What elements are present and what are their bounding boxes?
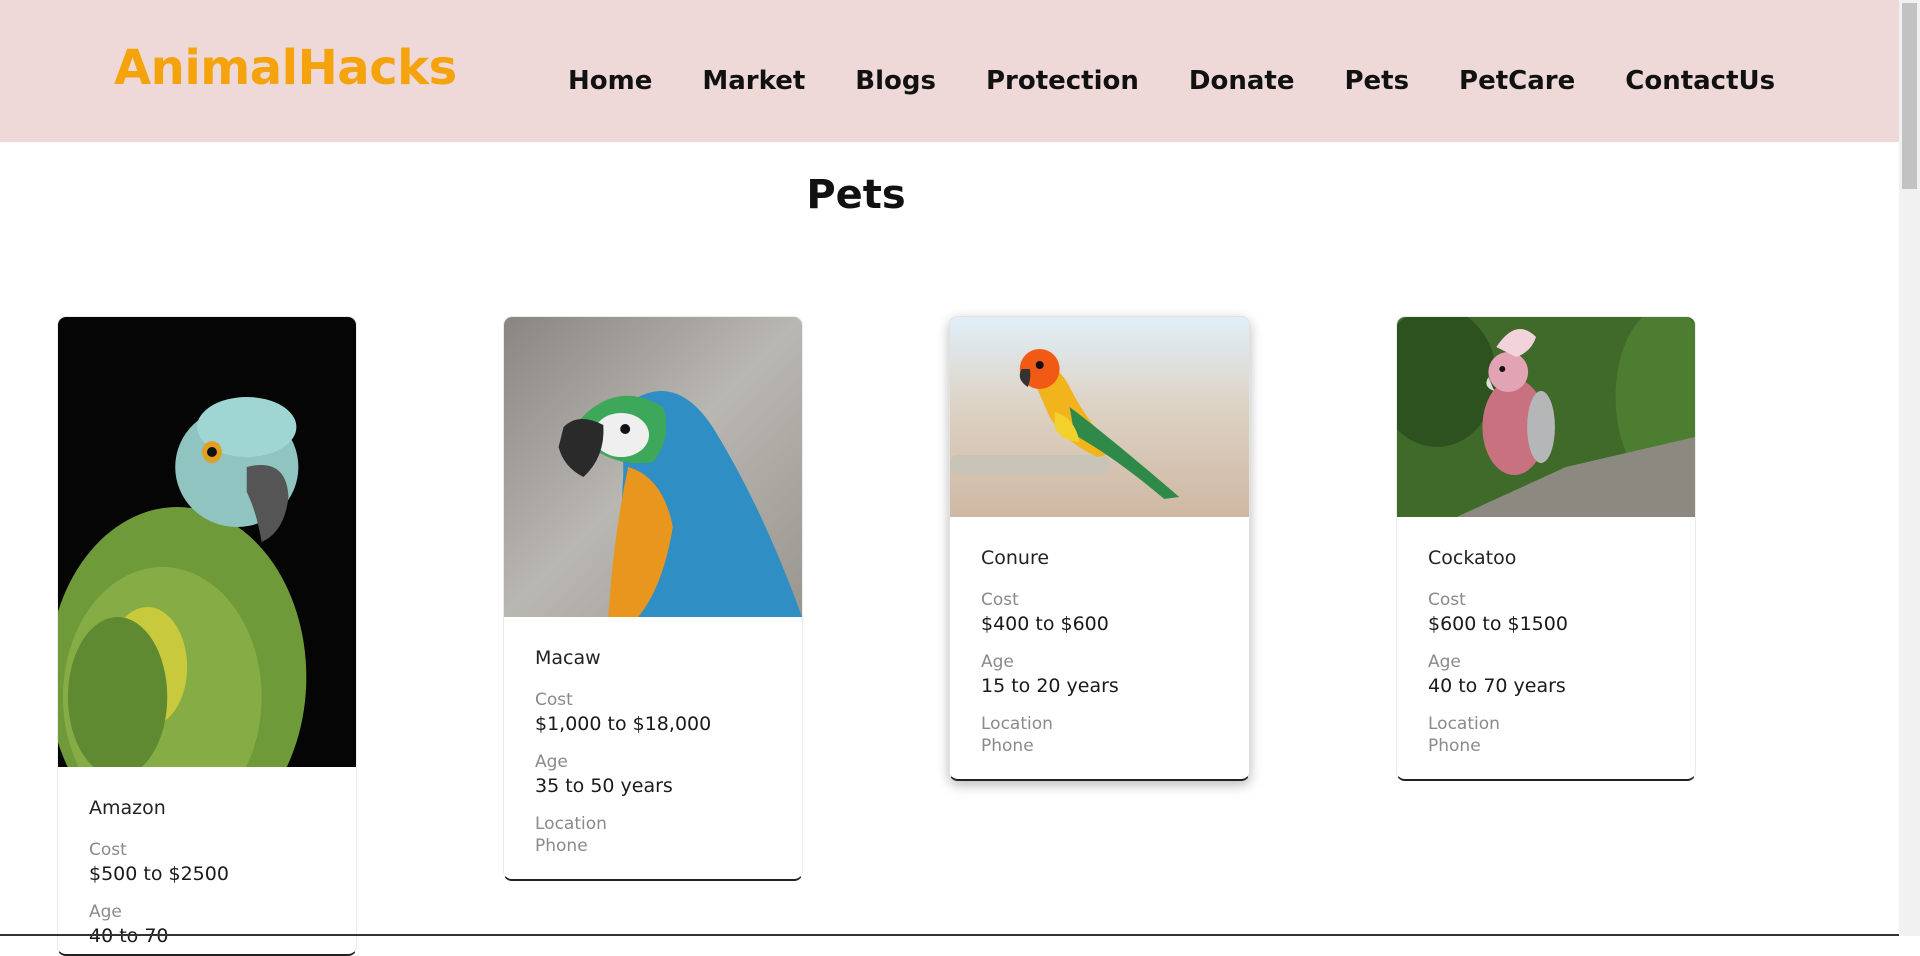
pet-card-conure[interactable]: Conure Cost $400 to $600 Age 15 to 20 ye… (949, 316, 1250, 781)
cost-label: Cost (89, 840, 127, 860)
age-label: Age (981, 652, 1014, 672)
age-value: 35 to 50 years (535, 775, 673, 797)
conure-parrot-image (950, 317, 1249, 517)
location-label: Location (981, 714, 1053, 734)
nav-contactus[interactable]: ContactUs (1625, 66, 1775, 96)
nav-donate[interactable]: Donate (1189, 66, 1295, 96)
nav-petcare[interactable]: PetCare (1459, 66, 1575, 96)
nav-blogs[interactable]: Blogs (855, 66, 936, 96)
page-title: Pets (806, 172, 906, 218)
location-label: Location (1428, 714, 1500, 734)
nav-protection[interactable]: Protection (986, 66, 1139, 96)
phone-label: Phone (535, 836, 588, 856)
pet-name: Amazon (89, 797, 166, 819)
cost-value: $500 to $2500 (89, 863, 229, 885)
age-label: Age (535, 752, 568, 772)
scrollbar-thumb[interactable] (1902, 3, 1917, 189)
age-label: Age (89, 902, 122, 922)
amazon-parrot-image (58, 317, 356, 767)
age-value: 40 to 70 (89, 925, 169, 947)
site-header: AnimalHacks Home Market Blogs Protection… (0, 0, 1899, 142)
cost-label: Cost (981, 590, 1019, 610)
macaw-parrot-image (504, 317, 802, 617)
site-logo[interactable]: AnimalHacks (114, 40, 457, 96)
cost-value: $1,000 to $18,000 (535, 713, 712, 735)
pet-name: Cockatoo (1428, 547, 1517, 569)
pet-name: Macaw (535, 647, 601, 669)
pet-card-cockatoo[interactable]: Cockatoo Cost $600 to $1500 Age 40 to 70… (1396, 316, 1696, 781)
nav-market[interactable]: Market (702, 66, 805, 96)
cost-value: $600 to $1500 (1428, 613, 1568, 635)
main-nav: Home Market Blogs Protection Donate Pets… (568, 66, 1825, 96)
location-label: Location (535, 814, 607, 834)
cockatoo-image (1397, 317, 1695, 517)
cost-value: $400 to $600 (981, 613, 1109, 635)
age-label: Age (1428, 652, 1461, 672)
cost-label: Cost (535, 690, 573, 710)
nav-home[interactable]: Home (568, 66, 652, 96)
age-value: 40 to 70 years (1428, 675, 1566, 697)
phone-label: Phone (1428, 736, 1481, 756)
pet-card-amazon[interactable]: Amazon Cost $500 to $2500 Age 40 to 70 (57, 316, 357, 956)
vertical-scrollbar[interactable] (1899, 0, 1920, 936)
age-value: 15 to 20 years (981, 675, 1119, 697)
nav-pets[interactable]: Pets (1344, 66, 1409, 96)
pet-card-macaw[interactable]: Macaw Cost $1,000 to $18,000 Age 35 to 5… (503, 316, 803, 881)
pet-name: Conure (981, 547, 1050, 569)
phone-label: Phone (981, 736, 1034, 756)
cost-label: Cost (1428, 590, 1466, 610)
